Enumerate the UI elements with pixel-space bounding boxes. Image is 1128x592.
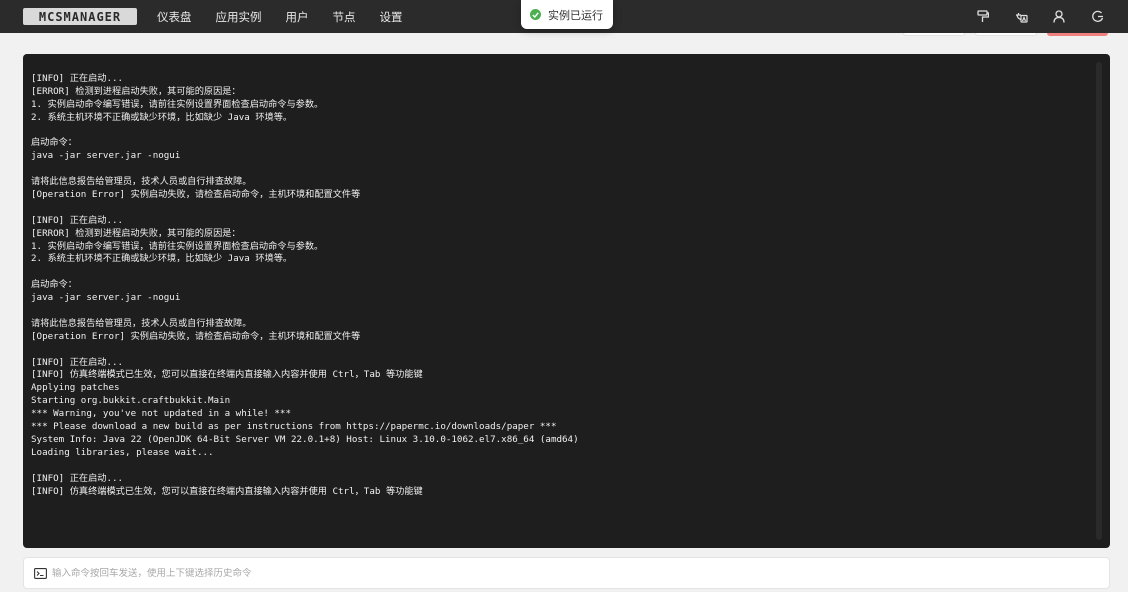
hidden-toolbar-button[interactable] (975, 33, 1037, 36)
language-icon[interactable] (1014, 10, 1028, 24)
terminal-line: 启动命令： (31, 137, 77, 149)
brush-icon[interactable] (976, 10, 990, 24)
logout-icon[interactable] (1090, 10, 1104, 24)
terminal-line: 请将此信息报告给管理员，技术人员或自行排查故障。 (31, 176, 252, 188)
instance-running-toast: 实例已运行 (521, 0, 613, 29)
terminal-line: 请将此信息报告给管理员，技术人员或自行排查故障。 (31, 317, 252, 329)
terminal-line: java -jar server.jar -nogui (31, 150, 181, 162)
terminal-line: java -jar server.jar -nogui (31, 292, 181, 304)
terminal-line: [ERROR] 检测到进程启动失败，其可能的原因是： (31, 85, 241, 97)
terminal-line: [INFO] 正在启动... (31, 472, 124, 484)
terminal-line: [INFO] 正在启动... (31, 356, 124, 368)
terminal-line: *** Please download a new build as per i… (31, 421, 557, 433)
header-actions (952, 0, 1104, 33)
terminal-line: [INFO] 仿真终端模式已生效，您可以直接在终端内直接输入内容并使用 Ctrl… (31, 485, 423, 497)
command-input[interactable] (52, 567, 1052, 579)
terminal-log: [INFO] 正在启动... [ERROR] 检测到进程启动失败，其可能的原因是：… (31, 73, 1110, 498)
terminal-line: 2. 系统主机环境不正确或缺少环境，比如缺少 Java 环境等。 (31, 253, 293, 265)
hidden-danger-button[interactable] (1047, 33, 1108, 36)
nav-dashboard[interactable]: 仪表盘 (157, 9, 192, 25)
command-bar (23, 557, 1110, 589)
terminal-line: System Info: Java 22 (OpenJDK 64-Bit Ser… (31, 433, 579, 445)
terminal-line: [INFO] 仿真终端模式已生效，您可以直接在终端内直接输入内容并使用 Ctrl… (31, 369, 423, 381)
terminal-scrollbar[interactable] (1096, 62, 1102, 540)
mcsmanager-logo[interactable]: MCSMANAGER (23, 8, 137, 25)
terminal-output[interactable]: [INFO] 正在启动... [ERROR] 检测到进程启动失败，其可能的原因是：… (23, 54, 1110, 548)
nav-settings[interactable]: 设置 (380, 9, 403, 25)
terminal-line: 2. 系统主机环境不正确或缺少环境，比如缺少 Java 环境等。 (31, 111, 293, 123)
user-icon[interactable] (1052, 10, 1066, 24)
terminal-line: 1. 实例启动命令编写错误，请前往实例设置界面检查启动命令与参数。 (31, 240, 324, 252)
hidden-toolbar-button[interactable] (903, 33, 965, 36)
terminal-icon (34, 567, 47, 579)
nav-nodes[interactable]: 节点 (333, 9, 356, 25)
toast-message: 实例已运行 (548, 8, 603, 22)
main-nav: 仪表盘 应用实例 用户 节点 设置 (157, 9, 427, 25)
nav-instances[interactable]: 应用实例 (216, 9, 262, 25)
terminal-line: *** Warning, you've not updated in a whi… (31, 408, 291, 420)
terminal-line: [INFO] 正在启动... (31, 73, 124, 84)
terminal-line: [INFO] 正在启动... (31, 214, 124, 226)
terminal-line: Applying patches (31, 382, 120, 394)
terminal-line: Starting org.bukkit.craftbukkit.Main (31, 395, 231, 407)
terminal-line: Loading libraries, please wait... (31, 446, 214, 458)
terminal-line: 启动命令： (31, 279, 77, 291)
nav-users[interactable]: 用户 (286, 9, 309, 25)
terminal-line: 1. 实例启动命令编写错误，请前往实例设置界面检查启动命令与参数。 (31, 98, 324, 110)
terminal-line: [Operation Error] 实例启动失败，请检查启动命令，主机环境和配置… (31, 330, 361, 342)
terminal-line: [ERROR] 检测到进程启动失败，其可能的原因是： (31, 227, 241, 239)
terminal-line: [Operation Error] 实例启动失败，请检查启动命令，主机环境和配置… (31, 189, 361, 201)
check-circle-icon (530, 9, 541, 20)
